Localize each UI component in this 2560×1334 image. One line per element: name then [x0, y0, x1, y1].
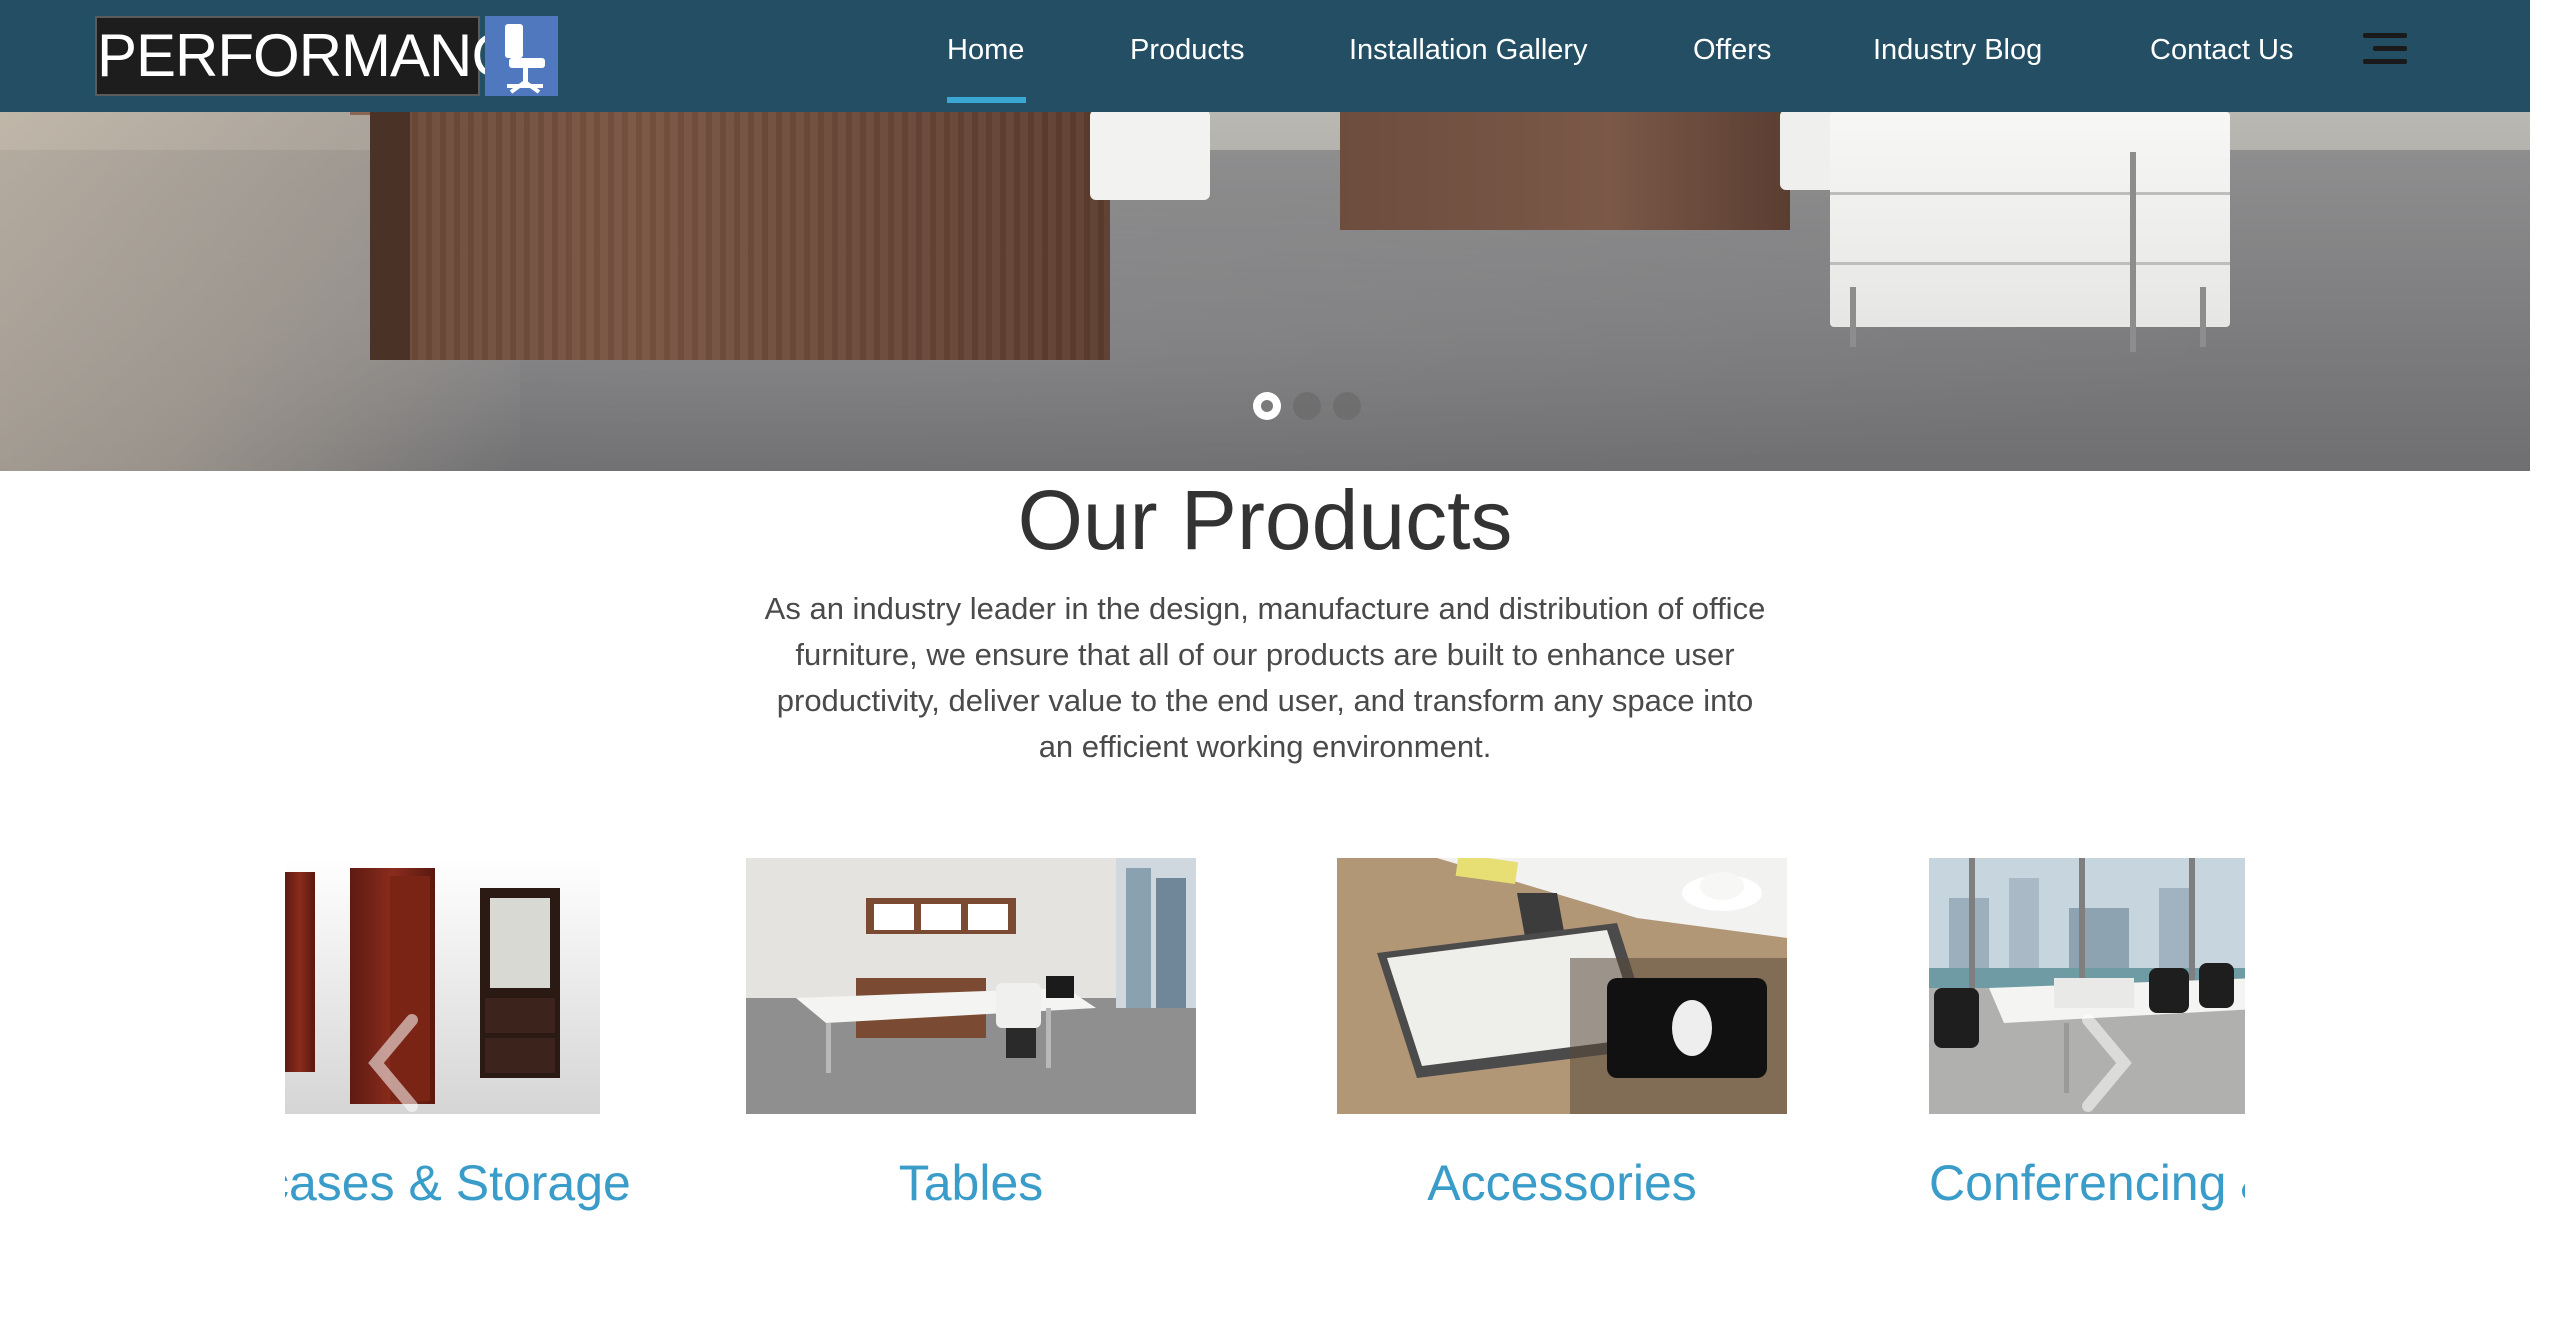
- nav-products[interactable]: Products: [1130, 34, 1244, 67]
- product-label-conferencing[interactable]: Conferencing & Seating: [1929, 1154, 2245, 1212]
- hamburger-menu-icon[interactable]: [2363, 33, 2407, 65]
- product-image-tables: [746, 858, 1196, 1114]
- nav-installation-gallery[interactable]: Installation Gallery: [1349, 34, 1588, 67]
- product-card-tables[interactable]: Tables: [746, 858, 1196, 1258]
- slider-dot-1[interactable]: [1253, 392, 1281, 420]
- hero-desk-side: [370, 110, 410, 360]
- product-label-tables[interactable]: Tables: [746, 1154, 1196, 1212]
- products-description: As an industry leader in the design, man…: [764, 591, 1766, 764]
- slider-dots: [1253, 392, 1373, 422]
- product-label-accessories[interactable]: Accessories: [1337, 1154, 1787, 1212]
- nav-contact-us[interactable]: Contact Us: [2150, 34, 2293, 67]
- site-header: PERFORMANCE Home Products Installation G…: [0, 0, 2530, 112]
- product-image-accessories: [1337, 858, 1787, 1114]
- slider-dot-3[interactable]: [1333, 392, 1361, 420]
- site-logo[interactable]: PERFORMANCE: [95, 16, 558, 96]
- hero-cabinet: [1830, 112, 2230, 352]
- product-card-storage[interactable]: Bookcases & Storage: [285, 858, 631, 1258]
- product-image-storage: [285, 858, 600, 1114]
- hero-chair: [1090, 110, 1210, 200]
- product-label-storage[interactable]: Bookcases & Storage: [285, 1154, 631, 1212]
- logo-text: PERFORMANCE: [95, 16, 554, 96]
- products-carousel: Bookcases & Storage: [285, 858, 2245, 1258]
- products-title: Our Products: [1017, 473, 1513, 567]
- chevron-left-icon[interactable]: [360, 1008, 430, 1118]
- nav-offers[interactable]: Offers: [1693, 34, 1771, 67]
- hero-desk: [370, 110, 1110, 360]
- slider-dot-2[interactable]: [1293, 392, 1321, 420]
- chair-logo-icon: [485, 16, 558, 96]
- chevron-right-icon[interactable]: [2070, 1008, 2140, 1118]
- nav-active-indicator: [947, 97, 1026, 103]
- nav-home[interactable]: Home: [947, 34, 1024, 67]
- product-card-accessories[interactable]: Accessories: [1337, 858, 1787, 1258]
- nav-industry-blog[interactable]: Industry Blog: [1873, 34, 2042, 67]
